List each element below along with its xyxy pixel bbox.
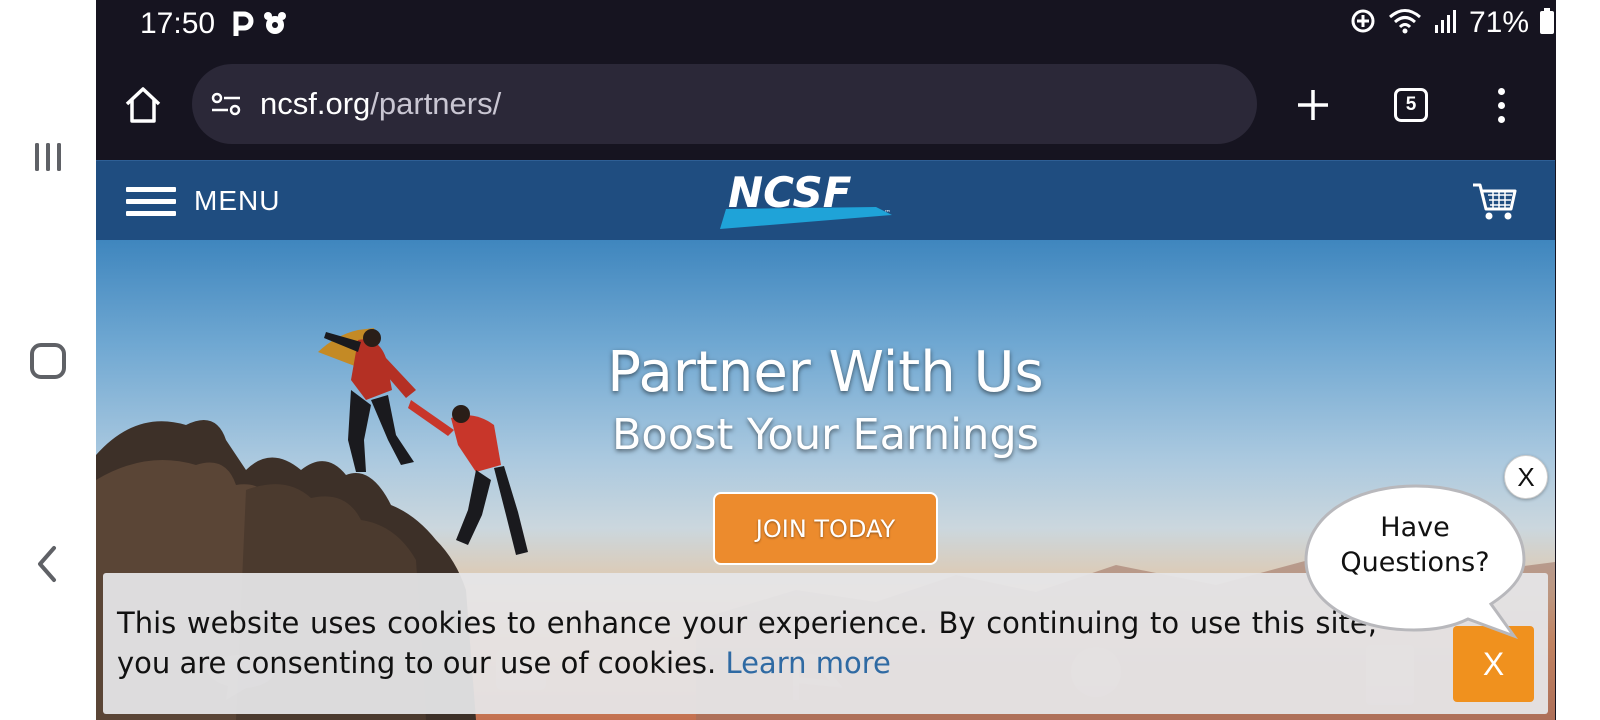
status-icons: 71%: [1349, 6, 1555, 40]
more-options-icon[interactable]: [1481, 80, 1521, 130]
signal-icon: [1433, 7, 1459, 39]
browser-toolbar: ncsf.org/partners/ 5: [96, 50, 1555, 160]
url-host: ncsf.org: [260, 86, 371, 121]
cookie-message: This website uses cookies to enhance you…: [117, 603, 1377, 683]
android-home-icon[interactable]: [24, 337, 72, 385]
back-icon[interactable]: [24, 540, 72, 588]
battery-icon: [1539, 7, 1555, 39]
phone-screen: 17:50 71% ncsf.org/partners/ 5 MENU NCSF…: [0, 0, 1600, 720]
logo-text: NCSF: [728, 169, 852, 217]
menu-label: MENU: [194, 185, 281, 216]
hero-title: Partner With Us: [607, 340, 1044, 405]
status-bar: 17:50 71%: [96, 0, 1555, 50]
tabs-button[interactable]: 5: [1388, 82, 1434, 128]
menu-button[interactable]: MENU: [126, 179, 280, 223]
screen-edge: [1555, 0, 1600, 720]
status-time: 17:50: [140, 7, 216, 40]
hamburger-icon: [126, 186, 176, 216]
chat-line-2: Questions?: [1340, 547, 1490, 578]
location-icon: [1349, 7, 1377, 39]
settings-notification-icon: [260, 10, 290, 42]
chat-text[interactable]: Have Questions?: [1306, 510, 1524, 580]
battery-percent: 71%: [1468, 6, 1529, 39]
site-header: MENU NCSF ™: [96, 160, 1555, 240]
cart-icon[interactable]: [1471, 179, 1519, 223]
browser-home-icon[interactable]: [118, 80, 168, 130]
wifi-icon: [1387, 7, 1423, 39]
join-today-button[interactable]: JOIN TODAY: [713, 492, 938, 565]
recent-apps-icon[interactable]: [24, 133, 72, 181]
site-info-icon[interactable]: [210, 90, 242, 118]
tabs-count: 5: [1394, 88, 1428, 122]
logo-trademark: ™: [884, 209, 891, 217]
url-text: ncsf.org/partners/: [260, 86, 501, 122]
learn-more-link[interactable]: Learn more: [725, 646, 890, 680]
address-bar[interactable]: ncsf.org/partners/: [192, 64, 1257, 144]
chat-line-1: Have: [1380, 512, 1450, 543]
parking-notification-icon: [232, 10, 254, 42]
ncsf-logo[interactable]: NCSF ™: [716, 169, 916, 233]
android-nav-bar: [0, 0, 96, 720]
new-tab-icon[interactable]: [1288, 80, 1338, 130]
chat-close-button[interactable]: X: [1504, 455, 1548, 499]
url-path: /partners/: [370, 86, 502, 121]
hero-subtitle: Boost Your Earnings: [611, 410, 1040, 460]
